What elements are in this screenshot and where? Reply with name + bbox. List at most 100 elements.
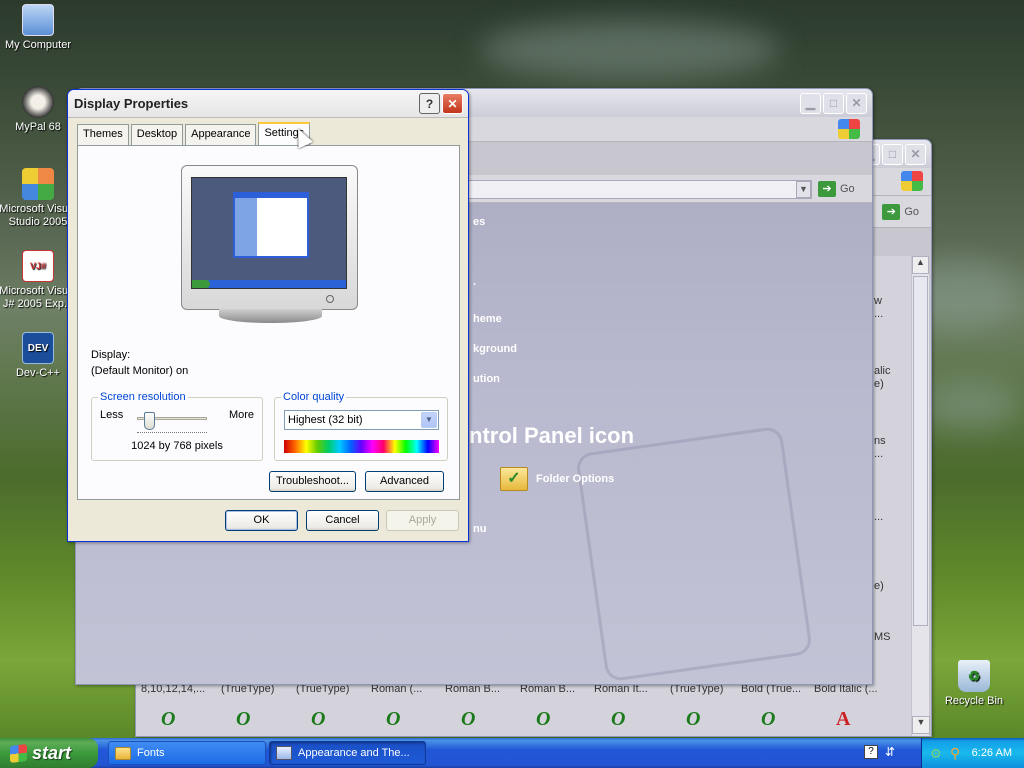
tab-desktop[interactable]: Desktop bbox=[130, 124, 184, 145]
computer-icon bbox=[22, 4, 54, 36]
display-label: Display: bbox=[91, 349, 131, 361]
language-tray-icon[interactable]: ⇵ bbox=[885, 745, 895, 759]
taskbar-item-fonts[interactable]: Fonts bbox=[108, 741, 266, 765]
close-button[interactable]: ✕ bbox=[846, 92, 867, 114]
display-icon bbox=[276, 746, 292, 760]
fragment: ... bbox=[874, 448, 884, 460]
watermark-checkbox-graphic bbox=[575, 425, 813, 683]
desktop-icon-my-computer[interactable]: My Computer bbox=[0, 4, 78, 52]
truetype-font-icon[interactable]: A bbox=[836, 708, 876, 731]
task-change-resolution[interactable]: ution bbox=[473, 373, 500, 385]
recycle-bin-icon: ♻ bbox=[958, 660, 990, 692]
go-button[interactable]: ➔ Go bbox=[882, 204, 919, 220]
task-change-background[interactable]: kground bbox=[473, 343, 517, 355]
desktop-icon-recycle-bin[interactable]: ♻ Recycle Bin bbox=[934, 660, 1014, 708]
screen-resolution-legend: Screen resolution bbox=[98, 391, 188, 403]
taskbar-item-appearance[interactable]: Appearance and The... bbox=[269, 741, 426, 765]
opentype-font-icon[interactable]: O bbox=[536, 708, 611, 731]
system-tray: ⚙ ⚲ 6:26 AM bbox=[921, 738, 1024, 768]
dialog-title-bar[interactable]: Display Properties ? ✕ bbox=[68, 90, 468, 118]
fragment: ... bbox=[874, 308, 884, 320]
task-change-theme[interactable]: heme bbox=[473, 313, 502, 325]
task-start-menu[interactable]: nu bbox=[473, 523, 486, 535]
fragment: ns bbox=[874, 435, 886, 447]
display-properties-dialog[interactable]: Display Properties ? ✕ Themes Desktop Ap… bbox=[67, 89, 469, 542]
opentype-font-icon[interactable]: O bbox=[161, 708, 236, 731]
preview-window bbox=[233, 192, 309, 258]
dialog-title: Display Properties bbox=[74, 96, 189, 111]
go-button[interactable]: ➔ Go bbox=[818, 181, 855, 197]
visual-studio-icon bbox=[22, 168, 54, 200]
fonts-scrollbar[interactable]: ▲ ▼ bbox=[911, 256, 930, 736]
desktop-icon-label: Microsoft Visual Studio 2005 bbox=[0, 203, 77, 228]
help-button[interactable]: ? bbox=[419, 93, 440, 114]
scroll-thumb[interactable] bbox=[913, 276, 928, 626]
close-button[interactable]: ✕ bbox=[442, 93, 463, 114]
go-label: Go bbox=[904, 206, 919, 218]
opentype-font-icon[interactable]: O bbox=[386, 708, 461, 731]
tab-themes[interactable]: Themes bbox=[77, 124, 129, 145]
tab-appearance[interactable]: Appearance bbox=[185, 124, 257, 145]
tab-strip: Themes Desktop Appearance Settings bbox=[77, 122, 312, 145]
advanced-button[interactable]: Advanced bbox=[365, 471, 444, 492]
color-quality-value: Highest (32 bit) bbox=[288, 414, 363, 426]
color-quality-group: Color quality Highest (32 bit) ▼ bbox=[274, 391, 448, 461]
cancel-button[interactable]: Cancel bbox=[306, 510, 379, 531]
color-quality-select[interactable]: Highest (32 bit) ▼ bbox=[284, 410, 439, 430]
scroll-up-button[interactable]: ▲ bbox=[912, 256, 929, 274]
maximize-button[interactable]: □ bbox=[882, 143, 903, 165]
more-label: More bbox=[228, 409, 254, 421]
preview-taskbar bbox=[192, 280, 346, 288]
folder-options-label: Folder Options bbox=[536, 473, 615, 485]
fragment: MS bbox=[874, 631, 891, 643]
desktop-icon-label: My Computer bbox=[4, 39, 72, 51]
font-icons-row: O O O O O O O O O A bbox=[161, 708, 876, 731]
desktop-icon-label: Microsoft Visual J# 2005 Exp... bbox=[0, 285, 77, 310]
maximize-button[interactable]: □ bbox=[823, 92, 844, 114]
ok-button[interactable]: OK bbox=[225, 510, 298, 531]
minimize-button[interactable]: ▁ bbox=[800, 92, 821, 114]
opentype-font-icon[interactable]: O bbox=[686, 708, 761, 731]
network-tray-icon[interactable]: ⚙ bbox=[930, 746, 942, 762]
taskbar: start Fonts Appearance and The... ? ⇵ ⚙ … bbox=[0, 738, 1024, 768]
opentype-font-icon[interactable]: O bbox=[236, 708, 311, 731]
color-quality-legend: Color quality bbox=[281, 391, 347, 403]
address-dropdown-button[interactable]: ▼ bbox=[796, 181, 811, 198]
scroll-down-button[interactable]: ▼ bbox=[912, 716, 930, 734]
close-button[interactable]: ✕ bbox=[905, 143, 926, 165]
windows-flag-icon bbox=[10, 743, 27, 763]
fragment: alic bbox=[874, 365, 891, 377]
help-tray-icon[interactable]: ? bbox=[864, 745, 878, 759]
opentype-font-icon[interactable]: O bbox=[761, 708, 836, 731]
resolution-slider[interactable] bbox=[137, 412, 207, 434]
opentype-font-icon[interactable]: O bbox=[311, 708, 386, 731]
taskbar-item-label: Appearance and The... bbox=[298, 747, 410, 759]
fragment: ... bbox=[874, 511, 884, 523]
resolution-value: 1024 by 768 pixels bbox=[131, 440, 223, 452]
jsharp-icon: VJ# bbox=[22, 250, 54, 282]
power-button-icon bbox=[326, 295, 334, 303]
folder-options-icon: ✓ bbox=[500, 467, 528, 491]
folder-icon bbox=[115, 746, 131, 760]
windows-logo-icon bbox=[838, 119, 860, 139]
apply-button[interactable]: Apply bbox=[386, 510, 459, 531]
start-button[interactable]: start bbox=[0, 738, 98, 768]
fragment: e) bbox=[874, 378, 884, 390]
less-label: Less bbox=[100, 409, 124, 421]
monitor-screen bbox=[191, 177, 347, 289]
settings-panel: Display: (Default Monitor) on Screen res… bbox=[77, 145, 460, 500]
clock[interactable]: 6:26 AM bbox=[972, 747, 1012, 759]
opentype-font-icon[interactable]: O bbox=[611, 708, 686, 731]
color-spectrum-bar bbox=[284, 440, 439, 453]
desktop-icon-label: Recycle Bin bbox=[944, 695, 1004, 707]
taskbar-item-label: Fonts bbox=[137, 747, 165, 759]
monitor-preview bbox=[181, 165, 358, 323]
search-tray-icon[interactable]: ⚲ bbox=[950, 745, 960, 762]
troubleshoot-button[interactable]: Troubleshoot... bbox=[269, 471, 356, 492]
chevron-down-icon[interactable]: ▼ bbox=[421, 412, 437, 428]
slider-thumb[interactable] bbox=[144, 412, 155, 430]
desktop-icon-label: MyPal 68 bbox=[15, 121, 61, 133]
control-panel-icon-folder-options[interactable]: ✓ Folder Options bbox=[500, 467, 614, 491]
raccoon-icon bbox=[22, 86, 54, 118]
opentype-font-icon[interactable]: O bbox=[461, 708, 536, 731]
